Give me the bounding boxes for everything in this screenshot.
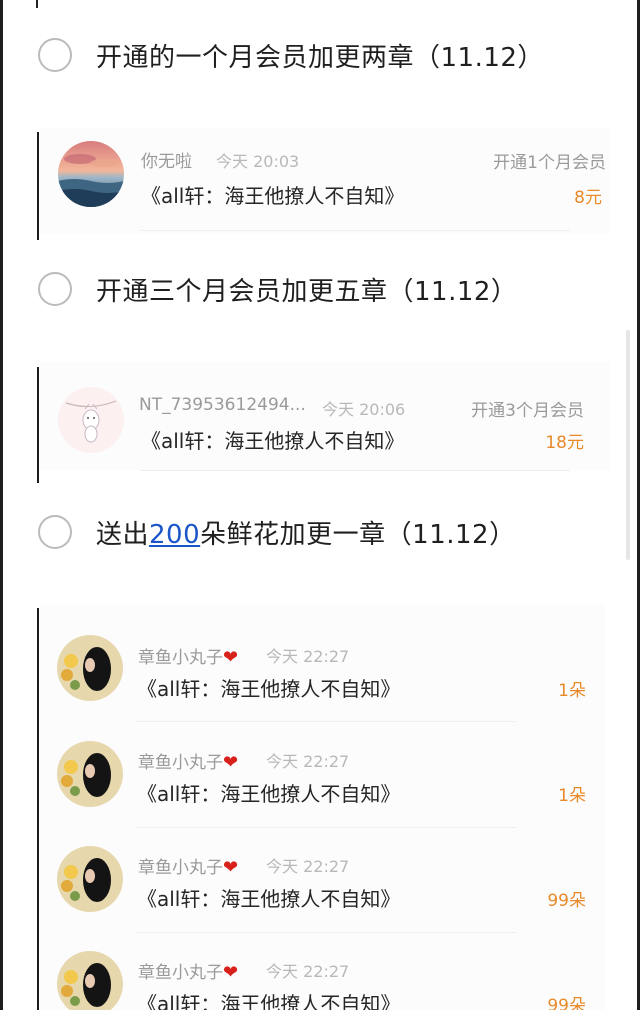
avatar-girl [57, 846, 123, 912]
amount-text: 1朵 [558, 681, 586, 701]
book-title: 《all轩：海王他撩人不自知》 [137, 782, 401, 806]
record-row[interactable]: 章鱼小丸子❤ 今天 22:27 《all轩：海王他撩人不自知》 99朵 [0, 934, 640, 1010]
divider [140, 230, 570, 231]
task-checkbox-icon[interactable] [38, 38, 72, 72]
avatar-girl [57, 741, 123, 807]
action-text: 开通3个月会员 [471, 401, 584, 421]
record-time: 今天 20:03 [216, 152, 300, 171]
task-row-3[interactable]: 送出200朵鲜花加更一章（11.12） [38, 510, 516, 554]
book-title: 《all轩：海王他撩人不自知》 [137, 887, 401, 911]
record-row[interactable]: 你无啦 今天 20:03 《all轩：海王他撩人不自知》 开通1个月会员 8元 [0, 128, 640, 228]
heart-icon: ❤ [223, 962, 239, 983]
divider [136, 932, 516, 933]
flower-count-link[interactable]: 200 [149, 520, 200, 550]
record-row[interactable]: 章鱼小丸子❤ 今天 22:27 《all轩：海王他撩人不自知》 1朵 [0, 618, 640, 718]
divider [140, 470, 570, 471]
avatar-sunset [58, 141, 124, 207]
divider [136, 721, 516, 722]
amount-text: 99朵 [547, 891, 586, 911]
record-time: 今天 20:06 [322, 400, 406, 419]
heart-icon: ❤ [223, 752, 239, 773]
amount-text: 99朵 [547, 996, 586, 1010]
task-checkbox-icon[interactable] [38, 515, 72, 549]
amount-text: 8元 [574, 188, 602, 208]
record-row[interactable]: 章鱼小丸子❤ 今天 22:27 《all轩：海王他撩人不自知》 1朵 [0, 724, 640, 824]
record-time: 今天 22:27 [266, 962, 350, 981]
amount-text: 18元 [545, 433, 584, 453]
avatar-cartoon [58, 387, 124, 453]
task-checkbox-icon[interactable] [38, 272, 72, 306]
book-title: 《all轩：海王他撩人不自知》 [141, 429, 405, 453]
user-name: 章鱼小丸子❤ [138, 962, 239, 983]
record-time: 今天 22:27 [266, 647, 350, 666]
top-timeline-line [36, 0, 38, 8]
avatar-girl [57, 951, 123, 1010]
task-title: 送出200朵鲜花加更一章（11.12） [96, 519, 516, 550]
user-name: 章鱼小丸子❤ [138, 647, 239, 668]
action-text: 开通1个月会员 [493, 153, 606, 173]
user-name: 章鱼小丸子❤ [138, 752, 239, 773]
record-time: 今天 22:27 [266, 857, 350, 876]
avatar-girl [57, 635, 123, 701]
book-title: 《all轩：海王他撩人不自知》 [137, 992, 401, 1010]
record-row[interactable]: NT_73953612494... 今天 20:06 《all轩：海王他撩人不自… [0, 362, 640, 462]
task-title: 开通的一个月会员加更两章（11.12） [96, 42, 544, 73]
task-row-1[interactable]: 开通的一个月会员加更两章（11.12） [38, 33, 544, 77]
task-title: 开通三个月会员加更五章（11.12） [96, 276, 518, 307]
amount-text: 1朵 [558, 786, 586, 806]
book-title: 《all轩：海王他撩人不自知》 [141, 184, 405, 208]
user-name: NT_73953612494... [139, 395, 306, 415]
record-row[interactable]: 章鱼小丸子❤ 今天 22:27 《all轩：海王他撩人不自知》 99朵 [0, 829, 640, 929]
divider [136, 827, 516, 828]
heart-icon: ❤ [223, 857, 239, 878]
task-row-2[interactable]: 开通三个月会员加更五章（11.12） [38, 267, 517, 311]
record-time: 今天 22:27 [266, 752, 350, 771]
heart-icon: ❤ [223, 647, 239, 668]
book-title: 《all轩：海王他撩人不自知》 [137, 677, 401, 701]
user-name: 章鱼小丸子❤ [138, 857, 239, 878]
user-name: 你无啦 [141, 152, 192, 172]
